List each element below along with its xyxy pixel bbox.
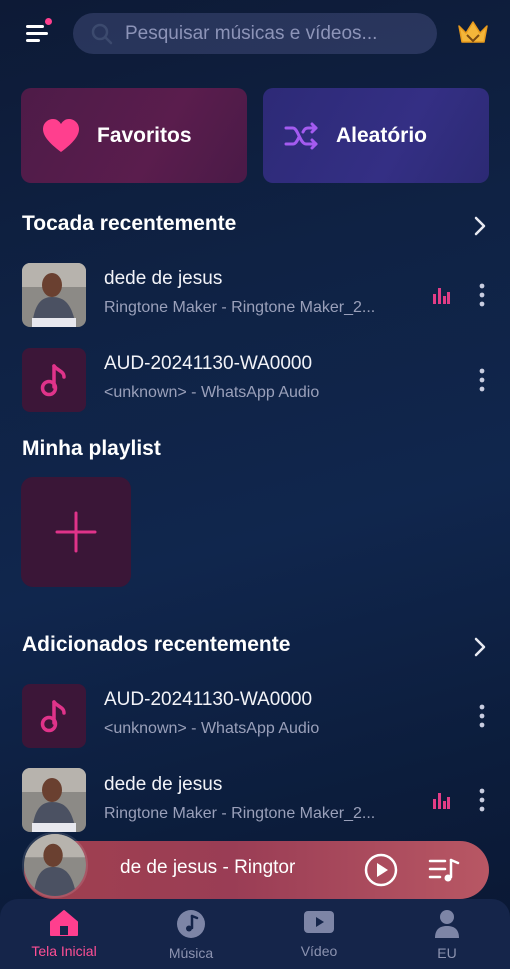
music-note-icon — [40, 700, 66, 733]
nav-item-music[interactable]: Música — [136, 909, 246, 961]
track-title[interactable]: dede de jesus — [104, 268, 222, 290]
nav-label: Tela Inicial — [31, 943, 97, 959]
notification-dot — [45, 18, 52, 25]
track-thumbnail[interactable] — [22, 263, 86, 327]
more-options-icon[interactable] — [472, 787, 492, 813]
favorites-label: Favoritos — [97, 123, 192, 147]
track-subtitle: <unknown> - WhatsApp Audio — [104, 720, 320, 737]
home-icon — [50, 910, 78, 936]
play-icon — [364, 853, 398, 887]
track-thumbnail[interactable] — [22, 348, 86, 412]
chevron-right-icon[interactable] — [470, 635, 490, 659]
track-thumbnail[interactable] — [22, 768, 86, 832]
more-options-icon[interactable] — [472, 282, 492, 308]
track-subtitle: Ringtone Maker - Ringtone Maker_2... — [104, 299, 376, 316]
equalizer-icon — [432, 791, 450, 809]
track-title[interactable]: AUD-20241130-WA0000 — [104, 689, 312, 711]
heart-icon — [43, 118, 79, 152]
menu-button[interactable] — [22, 16, 54, 48]
nav-item-me[interactable]: EU — [392, 909, 502, 961]
plus-icon — [55, 511, 97, 553]
shuffle-icon — [284, 122, 318, 149]
more-options-icon[interactable] — [472, 367, 492, 393]
section-title-recent-played: Tocada recentemente — [22, 212, 237, 235]
search-input[interactable]: Pesquisar músicas e vídeos... — [125, 23, 377, 45]
play-button[interactable] — [364, 853, 398, 887]
nav-item-video[interactable]: Vídeo — [264, 909, 374, 959]
add-playlist-button[interactable] — [21, 477, 131, 587]
nav-label: EU — [437, 945, 457, 961]
search-icon — [91, 23, 113, 44]
nav-label: Música — [168, 945, 214, 961]
video-icon — [304, 911, 334, 933]
section-title-recent-added: Adicionados recentemente — [22, 633, 291, 656]
crown-icon[interactable] — [456, 18, 490, 48]
shuffle-label: Aleatório — [336, 123, 428, 147]
music-note-icon — [40, 364, 66, 397]
search-bar[interactable]: Pesquisar músicas e vídeos... — [73, 13, 437, 54]
track-title[interactable]: AUD-20241130-WA0000 — [104, 353, 312, 375]
track-thumbnail[interactable] — [22, 684, 86, 748]
nav-label: Vídeo — [300, 943, 338, 959]
section-title-playlist: Minha playlist — [22, 437, 161, 460]
chevron-right-icon[interactable] — [470, 214, 490, 238]
track-title[interactable]: dede de jesus — [104, 774, 222, 796]
queue-icon[interactable] — [428, 857, 460, 883]
more-options-icon[interactable] — [472, 703, 492, 729]
favorites-card[interactable]: Favoritos — [21, 88, 247, 183]
track-subtitle: <unknown> - WhatsApp Audio — [104, 384, 320, 401]
mini-player-artwork[interactable] — [22, 832, 88, 898]
nav-item-home[interactable]: Tela Inicial — [9, 909, 119, 959]
track-subtitle: Ringtone Maker - Ringtone Maker_2... — [104, 805, 376, 822]
music-disc-icon — [177, 910, 205, 938]
equalizer-icon — [432, 286, 450, 304]
mini-player-title[interactable]: de de jesus - Ringtor — [120, 857, 306, 879]
person-icon — [435, 910, 459, 938]
shuffle-card[interactable]: Aleatório — [263, 88, 489, 183]
